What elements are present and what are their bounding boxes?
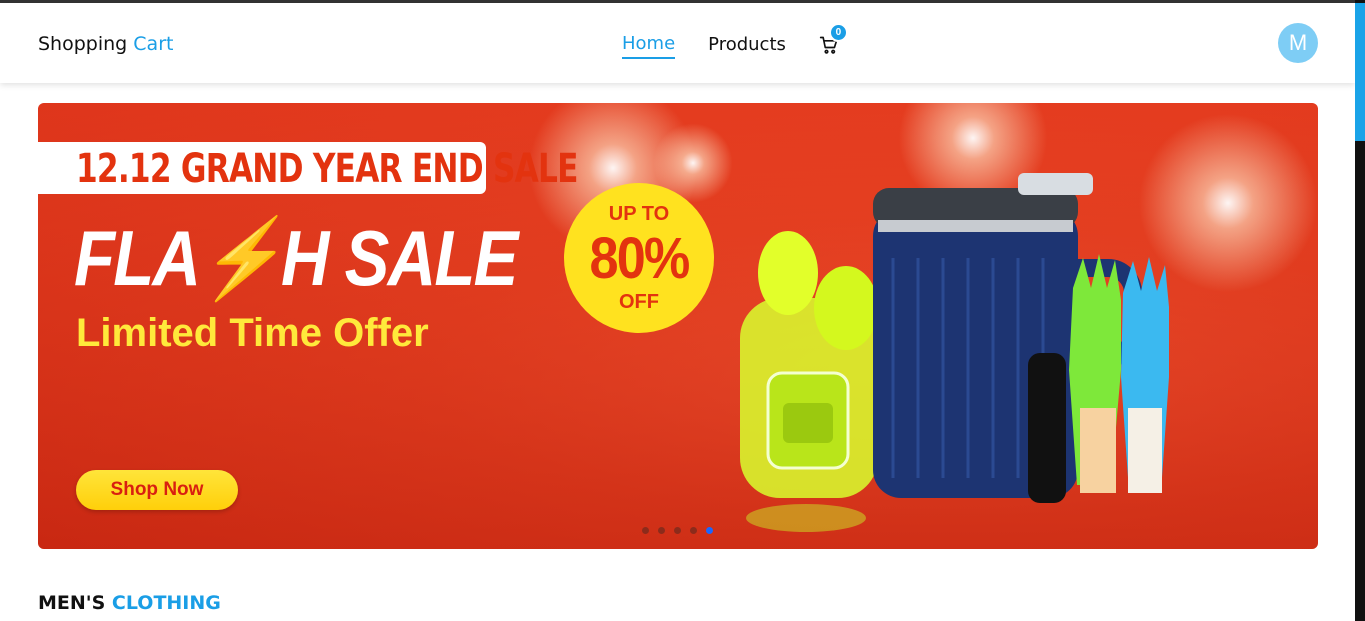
discount-badge: UP TO 80% OFF bbox=[564, 183, 714, 333]
carousel-dot-active[interactable] bbox=[706, 527, 713, 534]
user-avatar[interactable]: M bbox=[1278, 23, 1318, 63]
sale-tagline: 12.12 GRAND YEAR END SALE bbox=[76, 146, 578, 192]
promo-banner[interactable]: 12.12 GRAND YEAR END SALE FLA⚡H SALE Lim… bbox=[38, 103, 1318, 549]
scrollbar-thumb[interactable] bbox=[1355, 3, 1365, 141]
carousel-indicators bbox=[642, 527, 722, 534]
brand-accent: Cart bbox=[133, 33, 174, 55]
discount-off: OFF bbox=[619, 291, 659, 313]
discount-up-to: UP TO bbox=[608, 203, 670, 225]
discount-percent: 80% bbox=[589, 226, 690, 291]
page-scrollbar[interactable] bbox=[1355, 0, 1365, 621]
site-header: Shopping Cart Home Products 0 M bbox=[0, 3, 1355, 83]
flash-sale-headline: FLA⚡H SALE bbox=[74, 214, 518, 302]
cart-button[interactable]: 0 bbox=[819, 23, 848, 55]
rubber-gloves-image bbox=[1069, 254, 1169, 493]
nav-home[interactable]: Home bbox=[622, 33, 676, 59]
carousel-dot[interactable] bbox=[674, 527, 681, 534]
carousel-dot[interactable] bbox=[690, 527, 697, 534]
limited-offer-text: Limited Time Offer bbox=[76, 311, 429, 355]
section-heading: MEN'S CLOTHING bbox=[38, 592, 221, 614]
cart-count-badge: 0 bbox=[828, 23, 848, 42]
carousel-dot[interactable] bbox=[658, 527, 665, 534]
section-accent: CLOTHING bbox=[111, 592, 221, 614]
carousel-dot[interactable] bbox=[642, 527, 649, 534]
shop-now-button[interactable]: Shop Now bbox=[76, 470, 238, 510]
product-showcase-image bbox=[740, 173, 1169, 532]
brand-name: Shopping bbox=[38, 33, 128, 55]
earbuds-image bbox=[740, 231, 878, 532]
nav-products[interactable]: Products bbox=[708, 34, 786, 58]
section-title: MEN'S bbox=[38, 592, 106, 614]
main-nav: Home Products 0 bbox=[622, 23, 848, 59]
thermos-bottle-image bbox=[1028, 353, 1066, 503]
brand-logo[interactable]: Shopping Cart bbox=[38, 33, 173, 55]
